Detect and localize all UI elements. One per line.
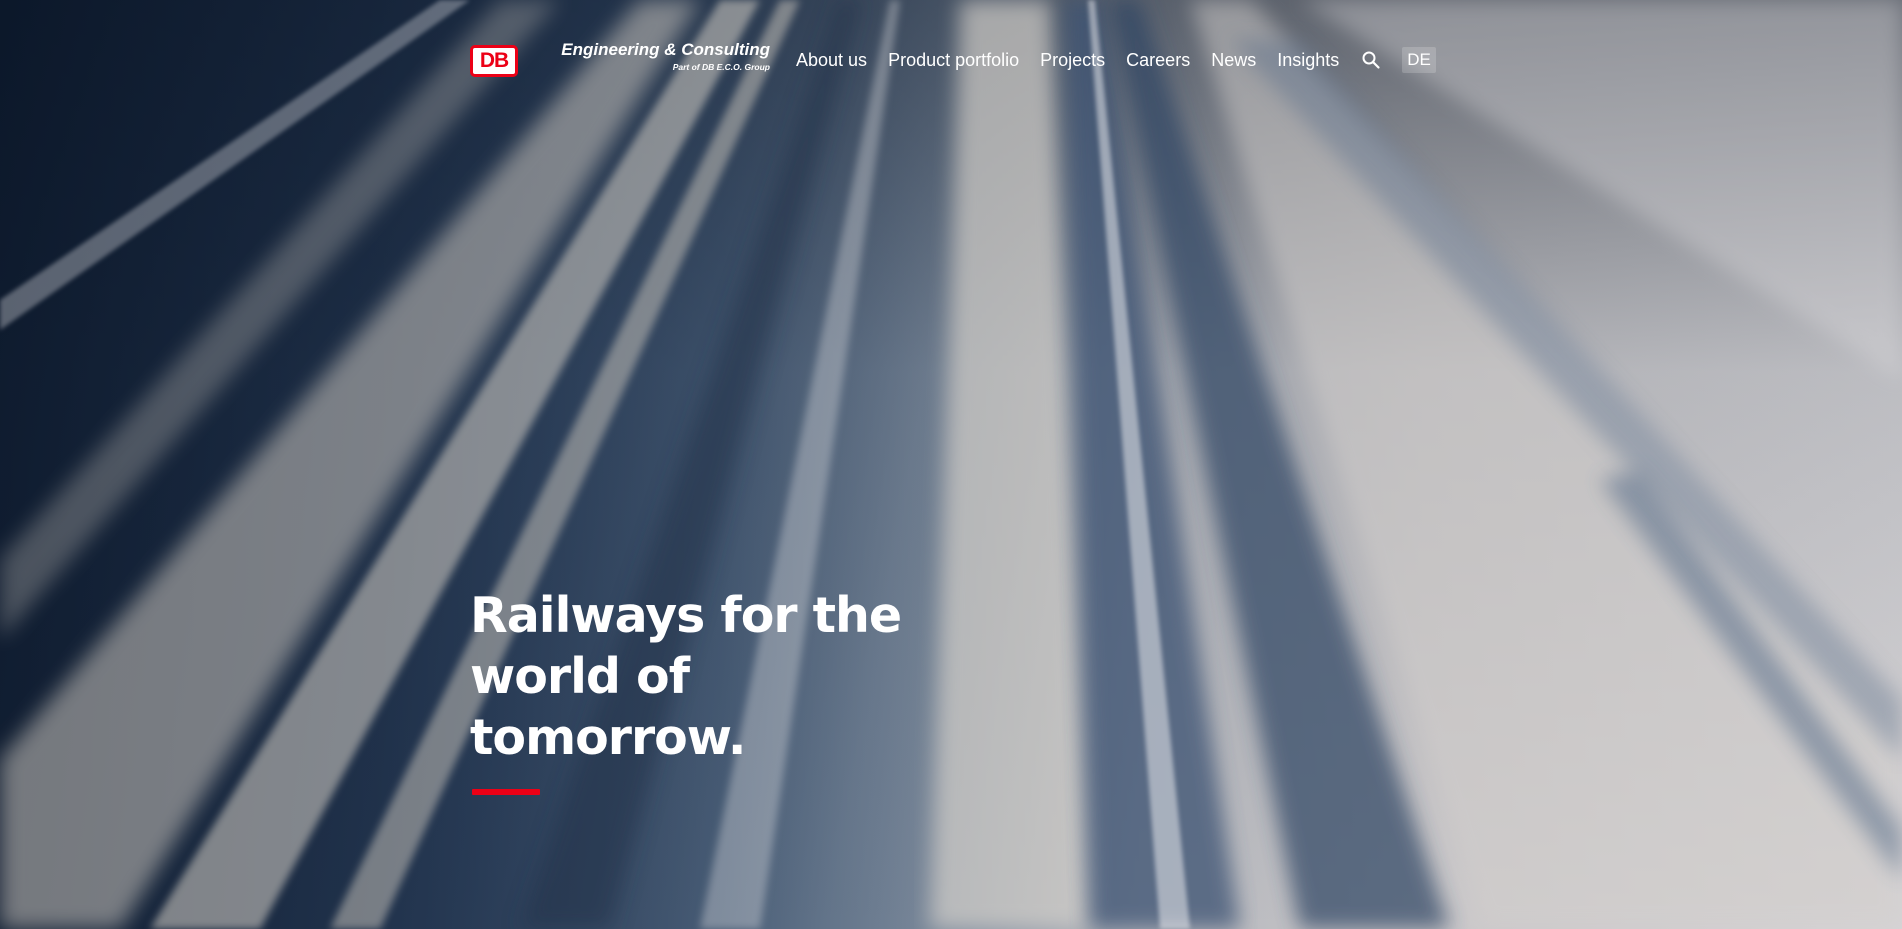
db-logo[interactable]: DB [470,45,518,77]
language-switch-button[interactable]: DE [1402,47,1436,73]
nav-item-about-us[interactable]: About us [796,48,867,72]
hero-headline-line: world of [470,648,690,705]
hero-headline-line: tomorrow. [470,709,747,766]
hero-headline-line: Railways for the [470,587,902,644]
hero-motion-lines [0,0,1902,929]
brand-block[interactable]: Engineering & Consulting Part of DB E.C.… [560,40,770,74]
main-nav: About us Product portfolio Projects Care… [796,47,1436,73]
search-button[interactable] [1360,48,1382,72]
search-icon [1362,51,1380,69]
nav-item-product-portfolio[interactable]: Product portfolio [888,48,1019,72]
page: DB Engineering & Consulting Part of DB E… [0,0,1902,929]
nav-item-projects[interactable]: Projects [1040,48,1105,72]
nav-item-news[interactable]: News [1211,48,1256,72]
nav-item-careers[interactable]: Careers [1126,48,1190,72]
brand-subtitle: Part of DB E.C.O. Group [672,62,770,72]
headline-accent-bar [472,789,540,795]
hero-headline: Railways for the world of tomorrow. [470,585,930,768]
brand-title: Engineering & Consulting [561,40,770,59]
nav-item-insights[interactable]: Insights [1277,48,1339,72]
site-header: DB Engineering & Consulting Part of DB E… [0,0,1902,120]
